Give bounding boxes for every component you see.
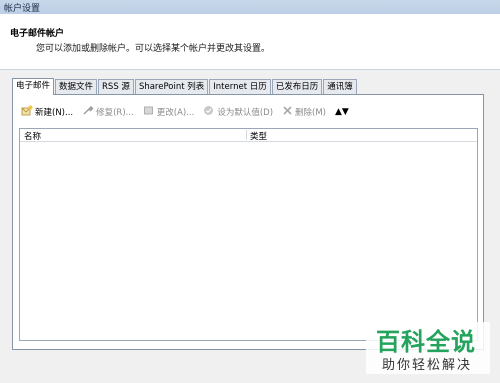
toolbar: 新建(N)... 修复(R)... 更改(A)... 设为默认值(D) 删除(M… [21, 103, 349, 121]
header-subtitle: 您可以添加或删除帐户。可以选择某个帐户并更改其设置。 [36, 44, 271, 54]
column-header-type[interactable]: 类型 [250, 130, 267, 142]
checkmark-icon [203, 105, 217, 119]
accounts-list[interactable]: 名称 类型 [19, 128, 478, 341]
delete-x-icon [282, 105, 295, 119]
repair-button-label: 修复(R)... [96, 108, 134, 118]
accounts-list-header: 名称 类型 [20, 129, 477, 142]
change-button[interactable]: 更改(A)... [143, 105, 195, 119]
tab-email[interactable]: 电子邮件 [12, 78, 55, 95]
tab-data-files[interactable]: 数据文件 [55, 79, 98, 94]
tab-strip: 电子邮件 数据文件 RSS 源 SharePoint 列表 Internet 日… [12, 78, 358, 95]
remove-button[interactable]: 删除(M) [282, 105, 326, 119]
tab-internet-calendars[interactable]: Internet 日历 [209, 79, 271, 94]
window-title: 帐户设置 [4, 4, 41, 14]
wrench-icon [82, 105, 96, 119]
remove-button-label: 删除(M) [295, 108, 326, 118]
tab-address-books[interactable]: 通讯簿 [323, 79, 357, 94]
change-icon [143, 105, 157, 119]
email-tab-panel: 新建(N)... 修复(R)... 更改(A)... 设为默认值(D) 删除(M… [12, 94, 484, 350]
window-titlebar: 帐户设置 [0, 0, 500, 14]
watermark-logo-text: 百科全说 [376, 328, 476, 356]
new-button-label: 新建(N)... [35, 108, 74, 118]
watermark-tagline: 助你轻松解决 [382, 358, 473, 373]
set-default-button-label: 设为默认值(D) [217, 108, 274, 118]
arrow-up-icon[interactable]: ▲ [335, 107, 342, 117]
arrow-down-icon[interactable]: ▼ [342, 107, 349, 117]
new-account-icon [21, 105, 35, 119]
header-title: 电子邮件帐户 [10, 29, 65, 39]
tab-sharepoint-lists[interactable]: SharePoint 列表 [134, 79, 209, 94]
change-button-label: 更改(A)... [156, 108, 195, 118]
tab-published-calendars[interactable]: 已发布日历 [271, 79, 323, 94]
column-header-name[interactable]: 名称 [24, 130, 41, 142]
repair-button[interactable]: 修复(R)... [82, 105, 134, 119]
column-separator [246, 130, 247, 140]
dialog-header: 电子邮件帐户 您可以添加或删除帐户。可以选择某个帐户并更改其设置。 [0, 14, 500, 70]
tab-rss-feeds[interactable]: RSS 源 [98, 79, 134, 94]
new-button[interactable]: 新建(N)... [21, 105, 73, 119]
set-default-button[interactable]: 设为默认值(D) [203, 105, 273, 119]
